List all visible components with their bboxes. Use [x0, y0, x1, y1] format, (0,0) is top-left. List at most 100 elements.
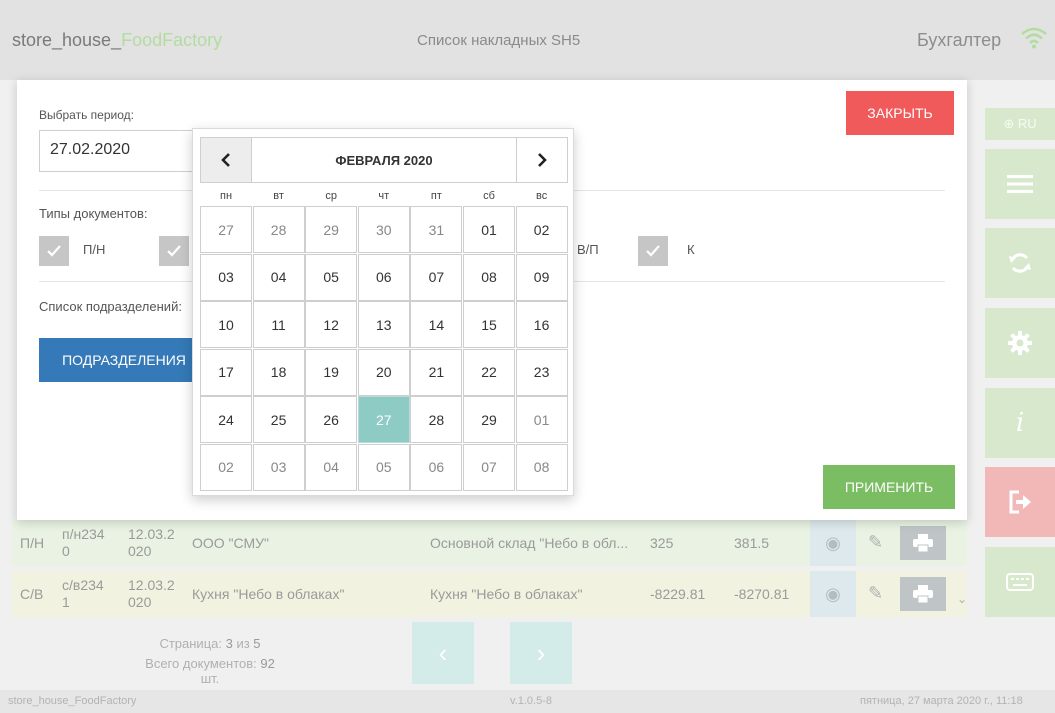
- language-label: ⊕ RU: [1003, 116, 1037, 131]
- chevron-left-icon: ‹: [438, 637, 448, 668]
- calendar-day[interactable]: 15: [463, 301, 515, 348]
- print-button[interactable]: [900, 577, 946, 611]
- checkmark-icon: [167, 245, 181, 257]
- calendar-day[interactable]: 10: [200, 301, 252, 348]
- doc-date-line1: 12.03.2: [128, 526, 175, 542]
- app-title-accent: FoodFactory: [121, 30, 223, 50]
- doc-warehouse: Основной склад "Небо в обл...: [430, 534, 629, 551]
- view-eye-icon[interactable]: ◉: [810, 571, 856, 617]
- edit-pencil-icon[interactable]: ✎: [868, 583, 883, 604]
- calendar-day-selected[interactable]: 27: [357, 396, 410, 443]
- calendar-day[interactable]: 06: [410, 443, 463, 491]
- view-eye-icon[interactable]: ◉: [810, 520, 856, 566]
- calendar-day[interactable]: 08: [463, 253, 515, 301]
- prev-month-button[interactable]: [200, 137, 252, 183]
- calendar-day[interactable]: 02: [200, 443, 252, 491]
- calendar-day[interactable]: 22: [463, 348, 515, 396]
- apply-button[interactable]: ПРИМЕНИТЬ: [823, 465, 955, 509]
- doc-date: 12.03.2 020: [128, 520, 175, 566]
- calendar-day[interactable]: 28: [410, 396, 463, 443]
- doc-type-checkbox-2[interactable]: [159, 236, 189, 266]
- calendar-day[interactable]: 01: [515, 396, 568, 443]
- sync-button[interactable]: [985, 228, 1055, 298]
- calendar-day[interactable]: 05: [357, 443, 410, 491]
- calendar-day[interactable]: 04: [252, 253, 305, 301]
- doc-type: С/В: [20, 585, 44, 602]
- calendar-day[interactable]: 06: [357, 253, 410, 301]
- scroll-down-chevron-icon[interactable]: ⌄: [957, 592, 967, 606]
- calendar-day[interactable]: 23: [515, 348, 568, 396]
- info-icon: i: [1015, 408, 1025, 438]
- logout-button[interactable]: [985, 467, 1055, 537]
- doc-number: с/в234 1: [62, 571, 104, 617]
- doc-number: п/н234 0: [62, 520, 105, 566]
- doc-number-line2: 0: [62, 543, 70, 559]
- calendar-day[interactable]: 25: [252, 396, 305, 443]
- doc-type-checkbox-pn[interactable]: [39, 236, 69, 266]
- table-row[interactable]: С/В с/в234 1 12.03.2 020 Кухня "Небо в о…: [12, 571, 967, 617]
- date-picker: ФЕВРАЛЯ 2020 пн вт ср чт пт сб вс 27 28 29 30 31 01…: [192, 128, 574, 496]
- calendar-day[interactable]: 05: [305, 253, 358, 301]
- calendar-day[interactable]: 13: [357, 301, 410, 348]
- language-button[interactable]: ⊕ RU: [985, 108, 1055, 140]
- calendar-day[interactable]: 02: [515, 206, 568, 253]
- weekday-label: ср: [325, 190, 337, 202]
- next-month-button[interactable]: [516, 137, 568, 183]
- page-total: 5: [253, 636, 261, 651]
- doc-supplier: Кухня "Небо в облаках": [192, 585, 345, 602]
- hamburger-icon: [1007, 175, 1033, 193]
- menu-button[interactable]: [985, 149, 1055, 219]
- calendar-day[interactable]: 01: [463, 206, 515, 253]
- footer-datetime: пятница, 27 марта 2020 г., 11:18: [860, 695, 1023, 707]
- period-date-input[interactable]: 27.02.2020: [39, 130, 214, 172]
- doc-sum: -8229.81: [650, 585, 706, 602]
- calendar-day[interactable]: 24: [200, 396, 252, 443]
- month-label[interactable]: ФЕВРАЛЯ 2020: [251, 137, 517, 183]
- calendar-day[interactable]: 27: [200, 206, 252, 253]
- dept-list-label: Список подразделений:: [39, 299, 182, 314]
- next-page-button[interactable]: ›: [510, 622, 572, 684]
- doc-type-checkbox-k[interactable]: [638, 236, 668, 266]
- calendar-day[interactable]: 16: [515, 301, 568, 348]
- calendar-day[interactable]: 21: [410, 348, 463, 396]
- calendar-day[interactable]: 14: [410, 301, 463, 348]
- calendar-day[interactable]: 29: [305, 206, 358, 253]
- docs-prefix: Всего документов:: [145, 656, 261, 671]
- calendar-day[interactable]: 07: [410, 253, 463, 301]
- calendar-day[interactable]: 20: [357, 348, 410, 396]
- logout-icon: [1009, 490, 1031, 514]
- calendar-day[interactable]: 30: [357, 206, 410, 253]
- printer-icon: [913, 534, 933, 552]
- calendar-day[interactable]: 09: [515, 253, 568, 301]
- docs-count: 92: [260, 656, 275, 671]
- calendar-day[interactable]: 03: [200, 253, 252, 301]
- calendar-day[interactable]: 31: [410, 206, 463, 253]
- prev-page-button[interactable]: ‹: [412, 622, 474, 684]
- calendar-day[interactable]: 03: [252, 443, 305, 491]
- calendar-day[interactable]: 07: [463, 443, 515, 491]
- calendar-day[interactable]: 11: [252, 301, 305, 348]
- calendar-day[interactable]: 04: [305, 443, 358, 491]
- departments-button[interactable]: ПОДРАЗДЕЛЕНИЯ: [39, 338, 209, 382]
- gear-icon: [1008, 331, 1032, 355]
- settings-button[interactable]: [985, 308, 1055, 378]
- calendar-day[interactable]: 19: [305, 348, 358, 396]
- doc-sum: 325: [650, 534, 674, 551]
- close-button[interactable]: ЗАКРЫТЬ: [846, 91, 954, 135]
- calendar-day[interactable]: 12: [305, 301, 358, 348]
- doc-date-line2: 020: [128, 543, 152, 559]
- print-button[interactable]: [900, 526, 946, 560]
- calendar-day[interactable]: 29: [463, 396, 515, 443]
- table-row[interactable]: П/Н п/н234 0 12.03.2 020 ООО "СМУ" Основ…: [12, 520, 967, 566]
- weekday-label: вс: [535, 190, 548, 202]
- calendar-day[interactable]: 08: [515, 443, 568, 491]
- doc-warehouse: Кухня "Небо в облаках": [430, 585, 583, 602]
- keyboard-button[interactable]: [985, 547, 1055, 617]
- calendar-day[interactable]: 28: [252, 206, 305, 253]
- calendar-day[interactable]: 18: [252, 348, 305, 396]
- weekday-label: чт: [378, 190, 390, 202]
- calendar-day[interactable]: 17: [200, 348, 252, 396]
- info-button[interactable]: i: [985, 388, 1055, 458]
- calendar-day[interactable]: 26: [305, 396, 358, 443]
- edit-pencil-icon[interactable]: ✎: [868, 532, 883, 553]
